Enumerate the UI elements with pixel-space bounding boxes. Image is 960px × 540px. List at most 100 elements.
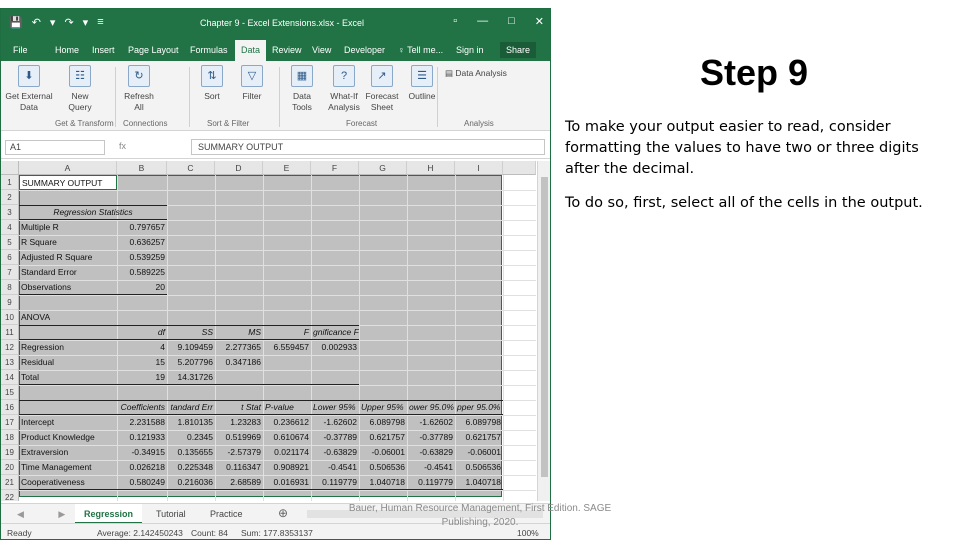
- cell[interactable]: 5.207796: [167, 355, 215, 370]
- ribbon-button-refresh[interactable]: ↻ Refresh All: [119, 65, 159, 113]
- tab-sign-in[interactable]: Sign in: [456, 45, 484, 55]
- column-header-i[interactable]: I: [455, 161, 503, 175]
- column-header-c[interactable]: C: [167, 161, 215, 175]
- cell[interactable]: -0.37789: [311, 430, 359, 445]
- cell[interactable]: Standard Error: [19, 265, 117, 280]
- cell[interactable]: 20: [117, 280, 167, 295]
- cell[interactable]: 0.610674: [263, 430, 311, 445]
- cell[interactable]: 0.621757: [455, 430, 503, 445]
- row-header[interactable]: 21: [1, 475, 19, 490]
- ribbon-button-forecast[interactable]: ↗ Forecast Sheet: [363, 65, 401, 113]
- select-all-corner[interactable]: [1, 161, 19, 175]
- cell[interactable]: 2.231588: [117, 415, 167, 430]
- cell[interactable]: Observations: [19, 280, 117, 295]
- cell[interactable]: MS: [215, 325, 263, 340]
- cell-area[interactable]: SUMMARY OUTPUT Regression Statistics Multi…: [19, 175, 536, 501]
- cell[interactable]: R Square: [19, 235, 117, 250]
- row-header[interactable]: 15: [1, 385, 19, 400]
- cell[interactable]: 0.908921: [263, 460, 311, 475]
- close-icon[interactable]: ✕: [535, 15, 544, 28]
- tab-home[interactable]: Home: [55, 45, 79, 55]
- column-header-f[interactable]: F: [311, 161, 359, 175]
- qat-item-5[interactable]: ≡: [97, 16, 103, 29]
- cell[interactable]: 0.002933: [311, 340, 359, 355]
- cell[interactable]: df: [117, 325, 167, 340]
- cell[interactable]: tandard Err: [167, 400, 215, 415]
- row-header[interactable]: 9: [1, 295, 19, 310]
- cell[interactable]: gnificance F: [311, 325, 359, 340]
- cell[interactable]: Multiple R: [19, 220, 117, 235]
- cell[interactable]: 0.225348: [167, 460, 215, 475]
- sheet-tab-practice[interactable]: Practice: [201, 504, 252, 524]
- data-analysis-button[interactable]: ▤ Data Analysis: [445, 68, 507, 79]
- cell[interactable]: Coefficients: [117, 400, 167, 415]
- cell[interactable]: 1.040718: [455, 475, 503, 490]
- row-header[interactable]: 16: [1, 400, 19, 415]
- cell[interactable]: 0.347186: [215, 355, 263, 370]
- row-header[interactable]: 13: [1, 355, 19, 370]
- cell[interactable]: 1.810135: [167, 415, 215, 430]
- restore-icon[interactable]: ▫: [453, 15, 457, 28]
- fx-icon[interactable]: fx: [119, 141, 126, 151]
- tab--tell-me-[interactable]: ♀ Tell me...: [398, 45, 443, 55]
- row-header[interactable]: 19: [1, 445, 19, 460]
- tab-data[interactable]: Data: [235, 40, 267, 61]
- cell[interactable]: 0.580249: [117, 475, 167, 490]
- cell[interactable]: 0.121933: [117, 430, 167, 445]
- column-header-h[interactable]: H: [407, 161, 455, 175]
- column-header-e[interactable]: E: [263, 161, 311, 175]
- cell[interactable]: Regression: [19, 340, 117, 355]
- share-button[interactable]: Share: [499, 42, 536, 58]
- cell[interactable]: 6.559457: [263, 340, 311, 355]
- cell[interactable]: -1.62602: [311, 415, 359, 430]
- cell[interactable]: 4: [117, 340, 167, 355]
- cell[interactable]: -0.06001: [455, 445, 503, 460]
- name-box[interactable]: A1: [5, 140, 105, 155]
- cell[interactable]: 0.236612: [263, 415, 311, 430]
- cell[interactable]: 9.109459: [167, 340, 215, 355]
- cell[interactable]: 0.026218: [117, 460, 167, 475]
- qat-item-3[interactable]: ↷: [64, 16, 73, 29]
- cell[interactable]: Cooperativeness: [19, 475, 117, 490]
- row-header[interactable]: 18: [1, 430, 19, 445]
- row-header[interactable]: 22: [1, 490, 19, 501]
- cell[interactable]: 0.539259: [117, 250, 167, 265]
- tab-formulas[interactable]: Formulas: [190, 45, 228, 55]
- cell[interactable]: 0.135655: [167, 445, 215, 460]
- tab-file[interactable]: File: [13, 45, 28, 55]
- ribbon-button-what-if[interactable]: ? What-If Analysis: [325, 65, 363, 113]
- sheet-tab-regression[interactable]: Regression: [75, 504, 143, 524]
- cell[interactable]: SUMMARY OUTPUT: [19, 175, 117, 190]
- tab-view[interactable]: View: [312, 45, 331, 55]
- column-header-a[interactable]: A: [19, 161, 117, 175]
- cell[interactable]: -1.62602: [407, 415, 455, 430]
- cell[interactable]: -0.4541: [407, 460, 455, 475]
- cell[interactable]: -0.06001: [359, 445, 407, 460]
- qat-item-1[interactable]: ↶: [32, 16, 41, 29]
- cell[interactable]: t Stat: [215, 400, 263, 415]
- sheet-nav-arrows[interactable]: ◀ ▶: [17, 509, 81, 520]
- ribbon-button-filter[interactable]: ▽ Filter: [237, 65, 267, 102]
- row-header[interactable]: 7: [1, 265, 19, 280]
- cell[interactable]: F: [263, 325, 311, 340]
- cell[interactable]: Product Knowledge: [19, 430, 117, 445]
- row-header[interactable]: 12: [1, 340, 19, 355]
- vertical-scrollbar[interactable]: [537, 161, 550, 501]
- cell[interactable]: SS: [167, 325, 215, 340]
- maximize-icon[interactable]: □: [508, 15, 515, 28]
- cell[interactable]: 0.797657: [117, 220, 167, 235]
- qat-item-0[interactable]: 💾: [9, 16, 23, 29]
- cell[interactable]: 0.506536: [359, 460, 407, 475]
- cell[interactable]: 0.119779: [311, 475, 359, 490]
- minimize-icon[interactable]: —: [477, 15, 488, 28]
- cell[interactable]: 0.016931: [263, 475, 311, 490]
- cell[interactable]: ANOVA: [19, 310, 117, 325]
- cell[interactable]: Total: [19, 370, 117, 385]
- cell[interactable]: Adjusted R Square: [19, 250, 117, 265]
- cell[interactable]: 0.119779: [407, 475, 455, 490]
- cell[interactable]: Upper 95%: [359, 400, 407, 415]
- cell[interactable]: pper 95.0%: [455, 400, 503, 415]
- tab-insert[interactable]: Insert: [92, 45, 115, 55]
- row-header[interactable]: 17: [1, 415, 19, 430]
- tab-review[interactable]: Review: [272, 45, 302, 55]
